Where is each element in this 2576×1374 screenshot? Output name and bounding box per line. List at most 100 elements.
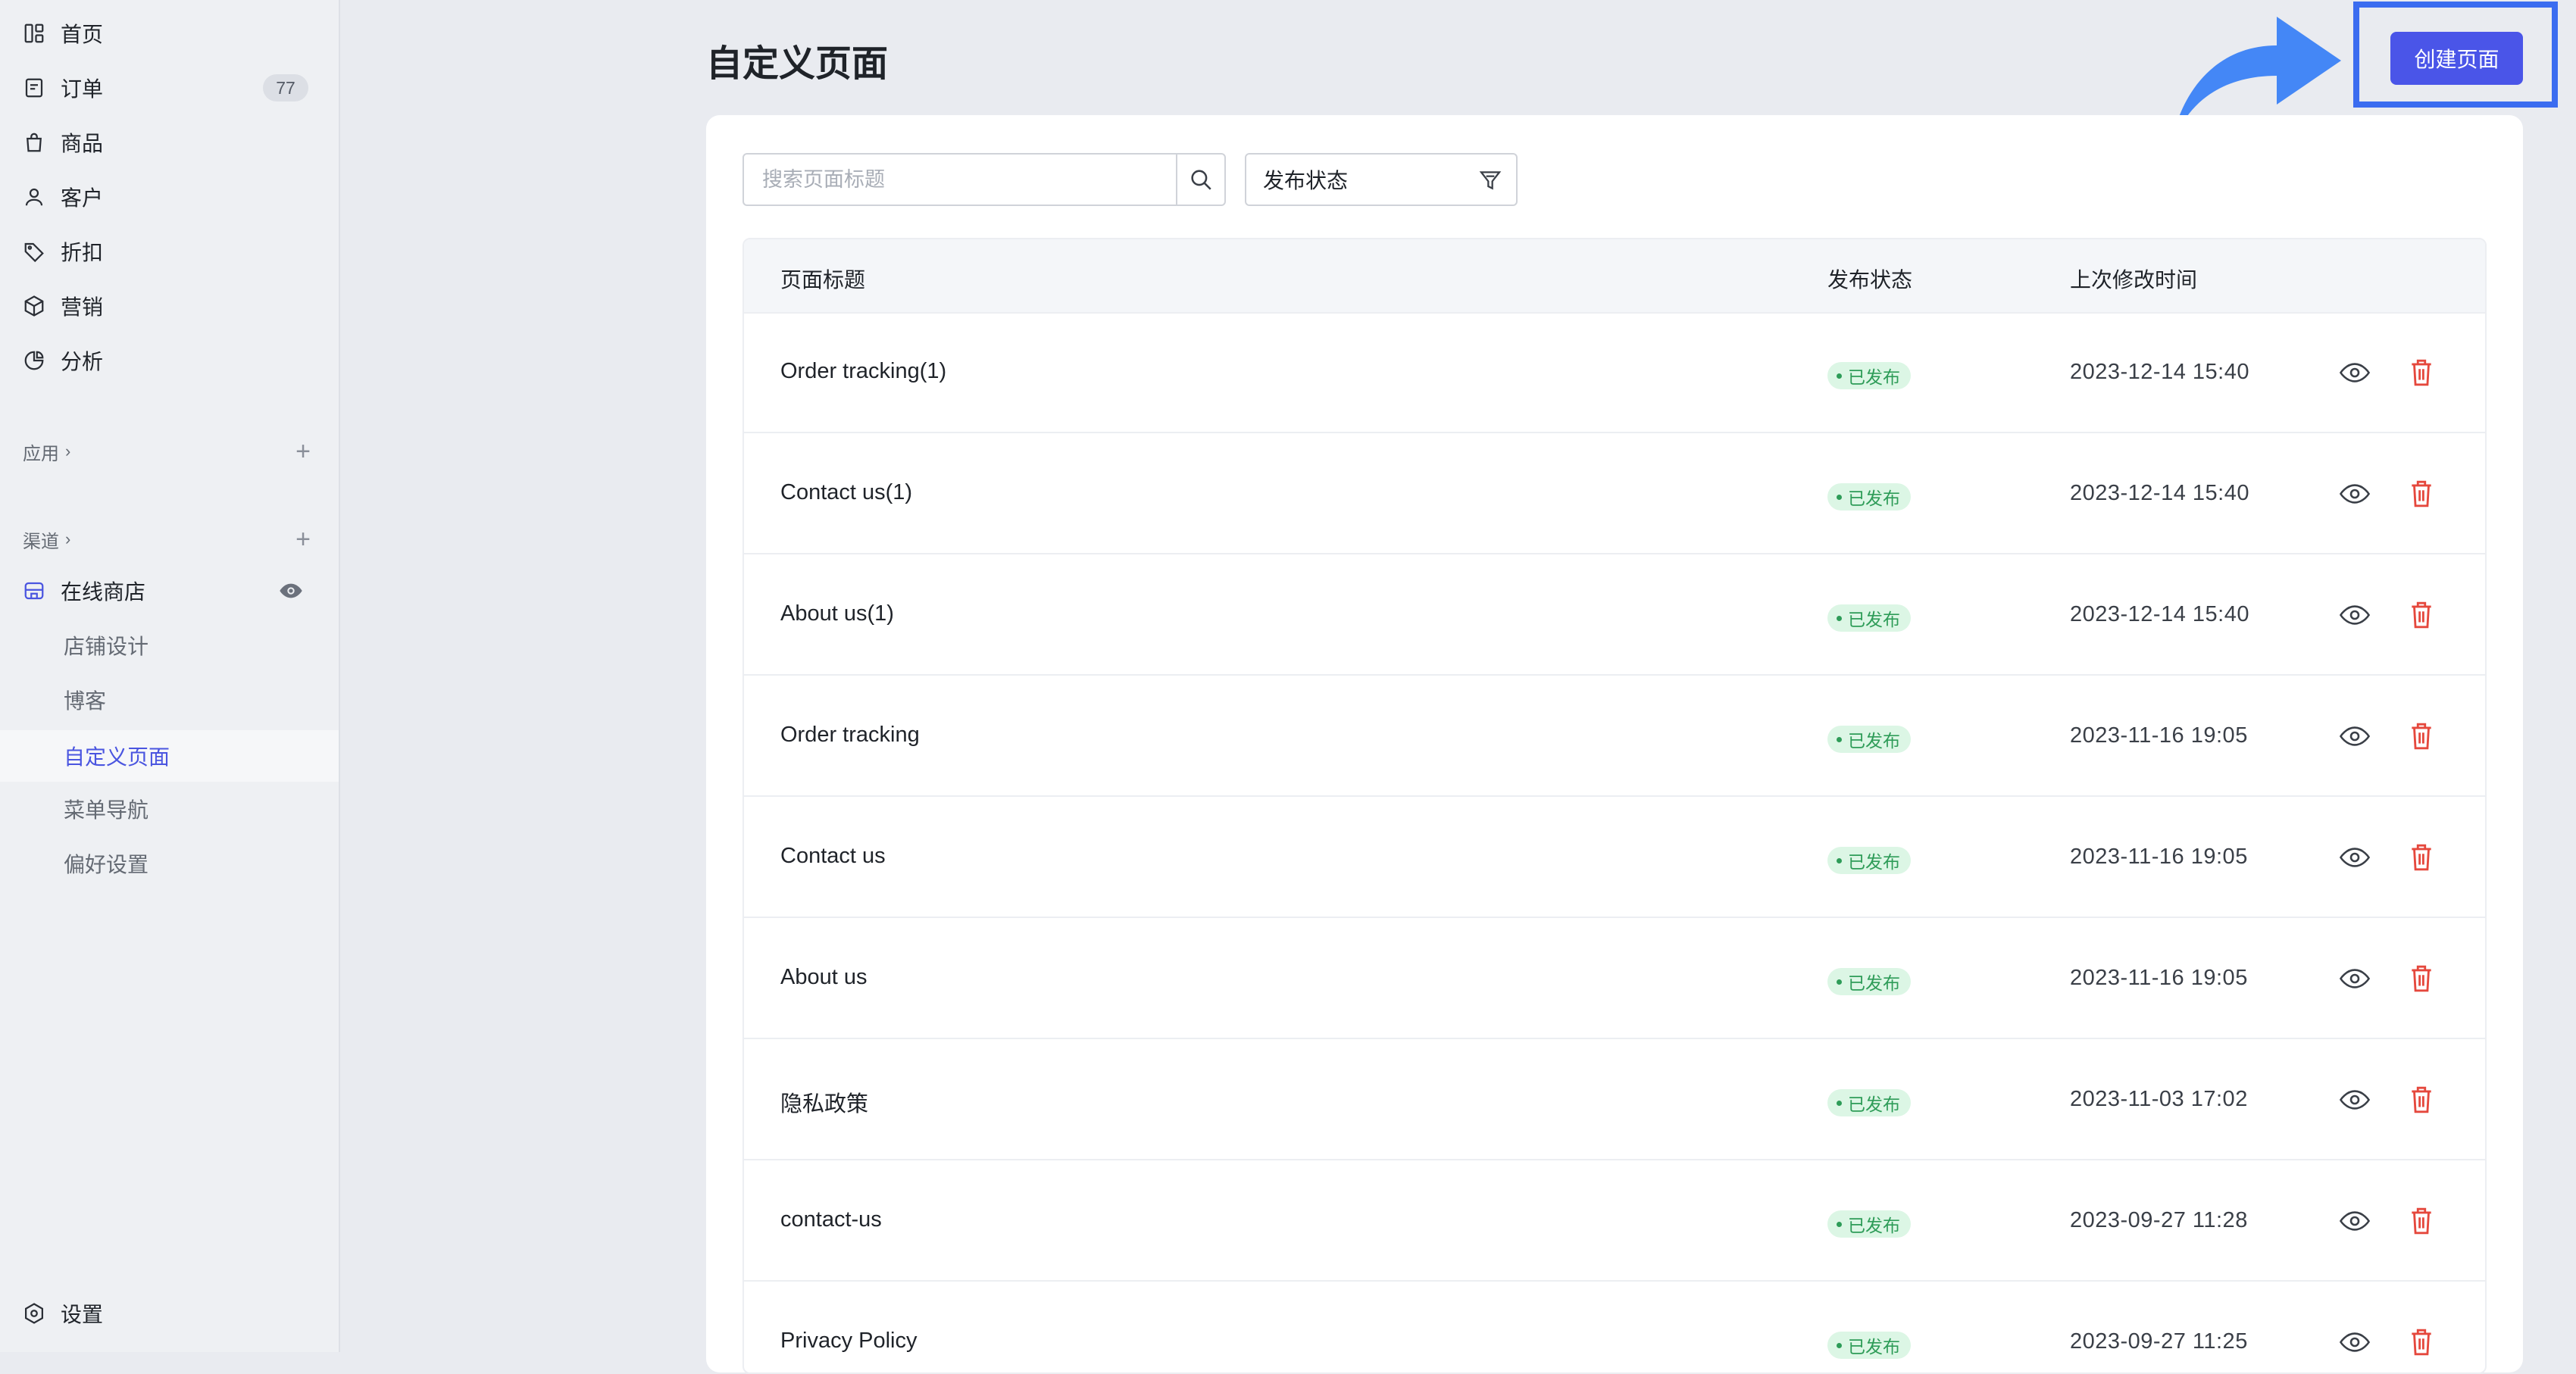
- status-badge: 已发布: [1827, 968, 1911, 995]
- status-badge: 已发布: [1827, 1210, 1911, 1238]
- status-badge: 已发布: [1827, 1089, 1911, 1116]
- sub-item-preferences[interactable]: 偏好设置: [0, 839, 339, 888]
- nav-item-marketing[interactable]: 营销: [0, 282, 339, 330]
- delete-button[interactable]: [2408, 1326, 2435, 1359]
- sub-item-menu-nav[interactable]: 菜单导航: [0, 785, 339, 833]
- nav-item-home[interactable]: 首页: [0, 9, 339, 58]
- page-title-cell[interactable]: Privacy Policy: [780, 1329, 918, 1354]
- nav-item-products[interactable]: 商品: [0, 118, 339, 167]
- status-badge: 已发布: [1827, 1332, 1911, 1359]
- col-header-modified: 上次修改时间: [2070, 268, 2198, 292]
- nav-label: 商品: [61, 132, 104, 155]
- chevron-right-icon: ›: [65, 529, 71, 548]
- preview-button[interactable]: [2338, 359, 2371, 386]
- page-title-cell[interactable]: contact-us: [780, 1207, 882, 1232]
- status-text: 已发布: [1848, 367, 1900, 387]
- nav-item-settings[interactable]: 设置: [0, 1289, 339, 1338]
- search-input[interactable]: [761, 167, 1158, 192]
- page-title-cell[interactable]: About us(1): [780, 601, 894, 626]
- delete-button[interactable]: [2408, 356, 2435, 389]
- pie-chart-icon: [23, 349, 45, 372]
- trash-icon: [2412, 480, 2431, 507]
- nav-item-analytics[interactable]: 分析: [0, 336, 339, 385]
- delete-button[interactable]: [2408, 962, 2435, 995]
- eye-icon: [2340, 1332, 2370, 1352]
- sub-item-label: 店铺设计: [64, 635, 149, 658]
- page-title-cell[interactable]: Contact us: [780, 844, 886, 869]
- preview-button[interactable]: [2338, 1086, 2371, 1113]
- table-row[interactable]: Order tracking 已发布 2023-11-16 19:05: [744, 676, 2485, 797]
- modified-time-cell: 2023-12-14 15:40: [2070, 360, 2249, 384]
- preview-button[interactable]: [2338, 480, 2371, 507]
- nav-item-orders[interactable]: 订单 77: [0, 64, 339, 112]
- add-channel-icon[interactable]: +: [295, 525, 311, 554]
- trash-icon: [2412, 359, 2431, 386]
- eye-icon[interactable]: [278, 579, 304, 607]
- page-title-cell[interactable]: Order tracking(1): [780, 359, 946, 384]
- sub-item-blog[interactable]: 博客: [0, 676, 339, 724]
- modified-time-cell: 2023-12-14 15:40: [2070, 481, 2249, 505]
- status-text: 已发布: [1848, 1216, 1900, 1235]
- delete-button[interactable]: [2408, 477, 2435, 511]
- channels-section-header[interactable]: 渠道 › +: [23, 524, 311, 554]
- search-icon: [1191, 170, 1211, 190]
- channels-section-label: 渠道: [23, 531, 59, 552]
- table-row[interactable]: 隐私政策 已发布 2023-11-03 17:02: [744, 1039, 2485, 1160]
- nav-label: 客户: [61, 186, 104, 210]
- table-row[interactable]: About us 已发布 2023-11-16 19:05: [744, 918, 2485, 1039]
- status-text: 已发布: [1848, 1095, 1900, 1114]
- eye-icon: [2340, 726, 2370, 746]
- apps-section-label: 应用: [23, 443, 59, 464]
- preview-button[interactable]: [2338, 723, 2371, 750]
- delete-button[interactable]: [2408, 598, 2435, 632]
- delete-button[interactable]: [2408, 720, 2435, 753]
- col-header-title: 页面标题: [780, 268, 866, 292]
- table-row[interactable]: contact-us 已发布 2023-09-27 11:28: [744, 1160, 2485, 1282]
- preview-button[interactable]: [2338, 1207, 2371, 1235]
- trash-icon: [2412, 965, 2431, 992]
- tag-icon: [23, 240, 45, 263]
- sidebar: 首页 订单 77 商品 客户 折扣 营销 分析 应用 › + 渠道 › + 在线…: [0, 0, 340, 1352]
- preview-button[interactable]: [2338, 965, 2371, 992]
- search-button[interactable]: [1176, 153, 1226, 206]
- status-dot: [1837, 1221, 1842, 1227]
- status-filter[interactable]: 发布状态: [1245, 153, 1518, 206]
- preview-button[interactable]: [2338, 601, 2371, 629]
- delete-button[interactable]: [2408, 1083, 2435, 1116]
- table-row[interactable]: Contact us(1) 已发布 2023-12-14 15:40: [744, 433, 2485, 554]
- table-row[interactable]: Contact us 已发布 2023-11-16 19:05: [744, 797, 2485, 918]
- page-title-cell[interactable]: Order tracking: [780, 723, 920, 748]
- status-dot: [1837, 1100, 1842, 1106]
- nav-item-customers[interactable]: 客户: [0, 173, 339, 221]
- status-text: 已发布: [1848, 1337, 1900, 1357]
- sub-item-store-design[interactable]: 店铺设计: [0, 621, 339, 670]
- add-app-icon[interactable]: +: [295, 437, 311, 467]
- box-icon: [23, 295, 45, 317]
- table-row[interactable]: Privacy Policy 已发布 2023-09-27 11:25: [744, 1282, 2485, 1372]
- settings-label: 设置: [61, 1303, 104, 1326]
- table-row[interactable]: Order tracking(1) 已发布 2023-12-14 15:40: [744, 312, 2485, 433]
- trash-icon: [2412, 1207, 2431, 1235]
- order-icon: [23, 77, 45, 99]
- order-count-badge: 77: [263, 74, 308, 101]
- page-title-cell[interactable]: About us: [780, 965, 867, 990]
- page-title-cell[interactable]: 隐私政策: [780, 1086, 868, 1118]
- apps-section-header[interactable]: 应用 › +: [23, 436, 311, 467]
- nav-item-online-store[interactable]: 在线商店: [0, 567, 339, 615]
- create-page-button[interactable]: 创建页面: [2390, 32, 2523, 85]
- status-badge: 已发布: [1827, 726, 1911, 753]
- preview-button[interactable]: [2338, 844, 2371, 871]
- page-title-cell[interactable]: Contact us(1): [780, 480, 912, 505]
- delete-button[interactable]: [2408, 1204, 2435, 1238]
- table-row[interactable]: About us(1) 已发布 2023-12-14 15:40: [744, 554, 2485, 676]
- delete-button[interactable]: [2408, 841, 2435, 874]
- modified-time-cell: 2023-09-27 11:25: [2070, 1329, 2248, 1354]
- sub-item-custom-pages[interactable]: 自定义页面: [0, 730, 339, 782]
- sub-item-label: 偏好设置: [64, 853, 149, 876]
- status-dot: [1837, 1342, 1842, 1348]
- col-header-status: 发布状态: [1827, 268, 1913, 292]
- trash-icon: [2412, 844, 2431, 871]
- modified-time-cell: 2023-09-27 11:28: [2070, 1208, 2248, 1232]
- status-badge: 已发布: [1827, 604, 1911, 632]
- nav-item-discounts[interactable]: 折扣: [0, 227, 339, 276]
